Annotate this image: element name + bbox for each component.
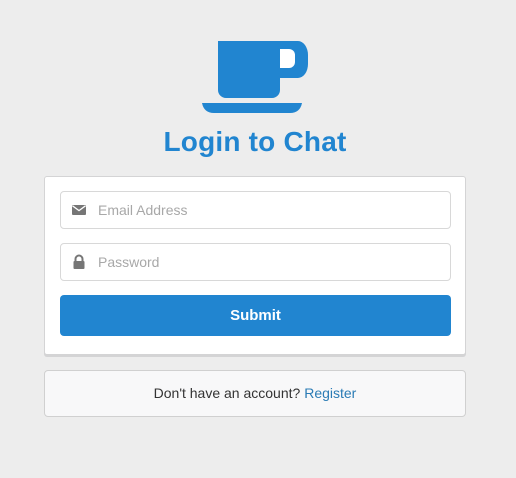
register-link[interactable]: Register xyxy=(304,385,356,401)
envelope-icon xyxy=(72,205,86,215)
password-input[interactable] xyxy=(98,244,438,280)
login-page: Login to Chat Submit Don't have an accou… xyxy=(0,0,516,478)
submit-button[interactable]: Submit xyxy=(60,295,451,336)
page-title: Login to Chat xyxy=(163,126,347,157)
register-prompt: Don't have an account? xyxy=(153,385,301,401)
email-input[interactable] xyxy=(98,192,438,228)
register-message: Don't have an account? Register xyxy=(44,370,466,417)
login-form: Submit xyxy=(44,176,466,355)
lock-icon xyxy=(73,254,85,269)
password-field[interactable] xyxy=(60,243,451,281)
coffee-cup-icon xyxy=(202,41,308,113)
email-field[interactable] xyxy=(60,191,451,229)
